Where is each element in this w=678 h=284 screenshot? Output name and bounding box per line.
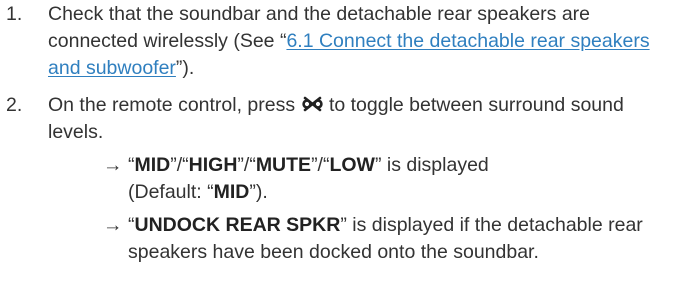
instruction-list: 1. Check that the soundbar and the detac… <box>0 1 678 266</box>
arrow-icon: → <box>103 214 123 236</box>
display-value: MID <box>213 181 250 203</box>
display-value: MUTE <box>255 154 312 176</box>
display-value: UNDOCK REAR SPKR <box>134 214 341 236</box>
display-value: LOW <box>329 154 375 176</box>
result-text-segment: (Default: “ <box>128 181 214 203</box>
result-text-segment: ”/“ <box>311 154 330 176</box>
step-1: 1. Check that the soundbar and the detac… <box>0 1 678 82</box>
result-text-segment: ” is displayed <box>374 154 489 176</box>
step-2: 2. On the remote control, press to toggl… <box>0 92 678 266</box>
step-text-end: ”). <box>175 57 195 79</box>
step-number: 2. <box>6 94 23 116</box>
surround-sound-icon <box>301 94 323 112</box>
result-text: “UNDOCK REAR SPKR” is displayed if the d… <box>128 214 643 263</box>
display-value: HIGH <box>188 154 238 176</box>
step-number: 1. <box>6 3 23 25</box>
result-item: → “UNDOCK REAR SPKR” is displayed if the… <box>48 212 678 266</box>
display-value: MID <box>134 154 171 176</box>
result-text-segment: ”/“ <box>237 154 256 176</box>
step-text: On the remote control, press <box>48 94 301 116</box>
result-item: → “MID”/“HIGH”/“MUTE”/“LOW” is displayed… <box>48 152 678 206</box>
arrow-icon: → <box>103 154 123 176</box>
result-text: “MID”/“HIGH”/“MUTE”/“LOW” is displayed (D… <box>128 154 489 203</box>
result-text-segment: ”). <box>249 181 268 203</box>
result-text-segment: ”/“ <box>170 154 189 176</box>
